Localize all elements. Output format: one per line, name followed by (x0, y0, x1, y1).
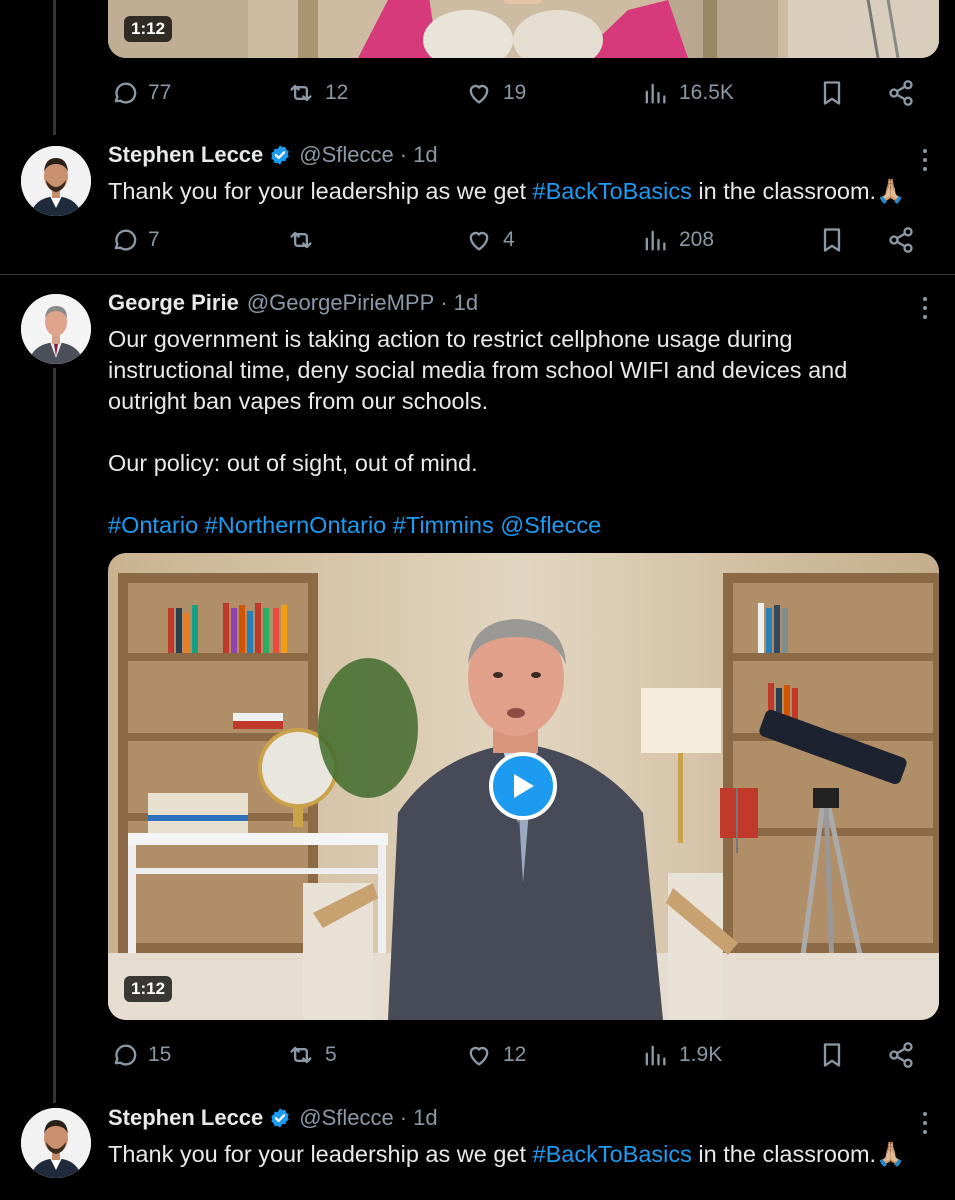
views-button[interactable]: 208 (641, 226, 714, 254)
like-count: 12 (503, 1043, 527, 1066)
mention-link[interactable]: @Sflecce (500, 512, 601, 538)
tweet-header: Stephen Lecce @Sflecce · 1d (108, 142, 438, 168)
bookmark-icon (823, 228, 841, 252)
video-duration: 1:12 (124, 976, 173, 1002)
more-options-icon[interactable] (917, 297, 933, 319)
tweet-text: Thank you for your leadership as we get … (108, 1139, 925, 1170)
share-icon (889, 80, 913, 106)
bookmark-icon (823, 81, 841, 105)
views-count: 16.5K (679, 81, 734, 104)
top-video-thumbnail[interactable]: 1:12 (108, 0, 939, 58)
play-button[interactable] (489, 752, 557, 820)
author-name[interactable]: Stephen Lecce (108, 1105, 263, 1131)
views-icon (645, 230, 666, 251)
reply-button[interactable]: 15 (110, 1041, 171, 1069)
video-player[interactable]: 1:12 (108, 553, 939, 1020)
video-duration: 1:12 (124, 16, 173, 42)
views-icon (645, 83, 666, 104)
retweet-count: 12 (325, 81, 349, 104)
author-handle[interactable]: @Sflecce (299, 142, 393, 168)
views-count: 1.9K (679, 1043, 723, 1066)
tweet-paragraph: Our government is taking action to restr… (108, 326, 848, 414)
hashtag-link[interactable]: #Timmins (393, 512, 494, 538)
separator-dot: · (399, 142, 408, 167)
retweet-icon (290, 231, 312, 249)
share-button[interactable] (887, 79, 915, 107)
bookmark-button[interactable] (818, 1041, 846, 1069)
timestamp[interactable]: 1d (454, 290, 478, 316)
views-count: 208 (679, 228, 715, 251)
reply-button[interactable]: 7 (110, 226, 160, 254)
avatar[interactable] (21, 1108, 91, 1178)
retweet-icon (290, 84, 312, 102)
bookmark-button[interactable] (818, 79, 846, 107)
more-options-icon[interactable] (917, 149, 933, 171)
share-button[interactable] (887, 1041, 915, 1069)
play-icon (514, 774, 534, 798)
reply-icon (114, 1044, 137, 1066)
more-options-icon[interactable] (917, 1112, 933, 1134)
hashtag-link[interactable]: #NorthernOntario (205, 512, 387, 538)
hashtag-link[interactable]: #BackToBasics (533, 1141, 692, 1167)
heart-icon (469, 84, 489, 104)
views-button[interactable]: 16.5K (641, 79, 734, 107)
author-handle[interactable]: @GeorgePirieMPP (247, 290, 434, 316)
tweet-paragraph: Our policy: out of sight, out of mind. (108, 450, 478, 476)
avatar[interactable] (21, 146, 91, 216)
tweet-text-part: Thank you for your leadership as we get (108, 1141, 533, 1167)
reply-count: 15 (148, 1043, 172, 1066)
retweet-count: 5 (325, 1043, 337, 1066)
tweet-header: Stephen Lecce @Sflecce · 1d (108, 1105, 438, 1131)
like-count: 19 (503, 81, 527, 104)
reply-button[interactable]: 77 (110, 79, 171, 107)
thread-line (53, 0, 56, 135)
hashtag-link[interactable]: #Ontario (108, 512, 198, 538)
retweet-button[interactable] (287, 226, 325, 254)
like-button[interactable]: 19 (465, 79, 526, 107)
tweet-text-part: in the classroom.🙏🏼 (691, 1141, 906, 1167)
author-handle[interactable]: @Sflecce (299, 1105, 393, 1131)
tweet-header: George Pirie @GeorgePirieMPP · 1d (108, 290, 478, 316)
views-icon (645, 1045, 666, 1066)
divider (0, 274, 955, 275)
tweet-text: Our government is taking action to restr… (108, 324, 888, 541)
views-button[interactable]: 1.9K (641, 1041, 722, 1069)
share-button[interactable] (887, 226, 915, 254)
author-name[interactable]: Stephen Lecce (108, 142, 263, 168)
tweet-text-part: Thank you for your leadership as we get (108, 178, 533, 204)
retweet-button[interactable]: 5 (287, 1041, 337, 1069)
tweet-text-part: in the classroom.🙏🏼 (691, 178, 906, 204)
reply-count: 7 (148, 228, 160, 251)
bookmark-icon (823, 1043, 841, 1067)
separator-dot: · (440, 290, 448, 315)
tweet-text: Thank you for your leadership as we get … (108, 176, 925, 207)
avatar[interactable] (21, 294, 91, 364)
heart-icon (469, 231, 489, 251)
retweet-icon (290, 1046, 312, 1064)
like-button[interactable]: 12 (465, 1041, 526, 1069)
reply-count: 77 (148, 81, 172, 104)
verified-badge-icon (271, 1108, 289, 1128)
retweet-button[interactable]: 12 (287, 79, 348, 107)
reply-icon (114, 82, 137, 104)
hashtag-link[interactable]: #BackToBasics (533, 178, 692, 204)
heart-icon (469, 1046, 489, 1066)
like-button[interactable]: 4 (465, 226, 515, 254)
thread-line (53, 368, 56, 1103)
author-name[interactable]: George Pirie (108, 290, 239, 316)
separator-dot: · (399, 1105, 408, 1130)
share-icon (889, 227, 913, 253)
bookmark-button[interactable] (818, 226, 846, 254)
reply-icon (114, 229, 137, 251)
tweet-tags: #Ontario #NorthernOntario #Timmins @Sfle… (108, 510, 888, 541)
like-count: 4 (503, 228, 515, 251)
share-icon (889, 1042, 913, 1068)
verified-badge-icon (271, 145, 289, 165)
timestamp[interactable]: 1d (413, 1105, 437, 1131)
timestamp[interactable]: 1d (413, 142, 437, 168)
